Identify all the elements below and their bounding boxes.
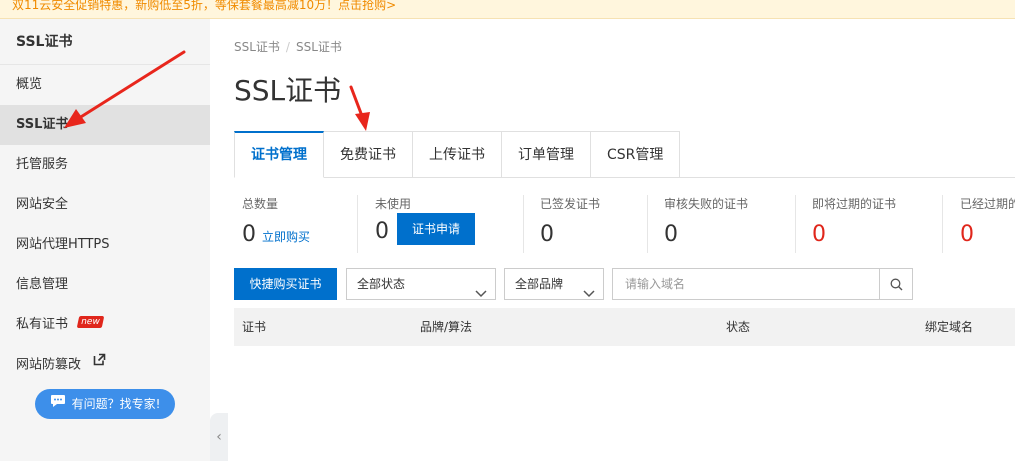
stat-issued: 已签发证书 0 xyxy=(540,195,600,255)
filter-toolbar: 快捷购买证书 全部状态 全部品牌 xyxy=(234,268,1015,300)
breadcrumb-current: SSL证书 xyxy=(295,40,342,54)
stat-value: 0 xyxy=(664,222,678,247)
ask-expert-label: 有问题？找专家! xyxy=(71,397,161,411)
column-header-status: 状态 xyxy=(726,320,751,334)
status-select[interactable]: 全部状态 xyxy=(346,268,496,300)
stat-label: 总数量 xyxy=(242,197,279,211)
stat-value: 0 xyxy=(960,222,974,247)
breadcrumb-root[interactable]: SSL证书 xyxy=(234,40,280,54)
quick-buy-button[interactable]: 快捷购买证书 xyxy=(234,268,337,300)
tab-csr-management[interactable]: CSR管理 xyxy=(591,131,681,178)
chevron-down-icon xyxy=(475,279,487,309)
sidebar-title: SSL证书 xyxy=(0,19,210,65)
stat-divider xyxy=(647,195,648,253)
sidebar-item-label: 网站防篡改 xyxy=(16,357,82,373)
stat-expired: 已经过期的 0 xyxy=(960,195,1015,255)
stat-divider xyxy=(523,195,524,253)
certificate-table-header: 证书 品牌/算法 状态 绑定域名 xyxy=(234,308,1015,346)
stat-value: 0 立即购买 xyxy=(242,222,311,247)
domain-search-input[interactable] xyxy=(613,269,878,299)
external-link-icon xyxy=(93,343,106,383)
main-content: SSL证书 / SSL证书 SSL证书 证书管理 免费证书 上传证书 订单管理 CS… xyxy=(234,19,1015,461)
tab-order-management[interactable]: 订单管理 xyxy=(502,131,591,178)
brand-select-value: 全部品牌 xyxy=(515,277,564,291)
brand-select[interactable]: 全部品牌 xyxy=(504,268,604,300)
stat-value: 0 xyxy=(812,222,826,247)
chevron-left-icon: ‹ xyxy=(216,429,222,445)
column-header-brand-algorithm: 品牌/算法 xyxy=(420,320,473,334)
sidebar-item-ssl-certificates[interactable]: SSL证书 xyxy=(0,105,210,145)
column-header-certificate: 证书 xyxy=(242,320,267,334)
sidebar-item-info-management[interactable]: 信息管理 xyxy=(0,265,210,305)
tab-certificate-management[interactable]: 证书管理 xyxy=(234,131,324,178)
tab-free-certificate[interactable]: 免费证书 xyxy=(324,131,413,178)
promo-text[interactable]: 双11云安全促销特惠，新购低至5折，等保套餐最高减10万！点击抢购> xyxy=(12,0,396,12)
stat-divider xyxy=(357,195,358,253)
ask-expert-button[interactable]: 有问题？找专家! xyxy=(35,389,175,419)
sidebar-item-private-certificates[interactable]: 私有证书 new xyxy=(0,305,210,345)
stat-review-failed: 审核失败的证书 0 xyxy=(664,195,748,255)
apply-certificate-button[interactable]: 证书申请 xyxy=(397,213,476,245)
chat-bubble-icon xyxy=(50,389,66,419)
sidebar-item-label: 网站代理HTTPS xyxy=(16,237,110,252)
promo-banner[interactable]: 双11云安全促销特惠，新购低至5折，等保套餐最高减10万！点击抢购> xyxy=(0,0,1015,19)
stat-total: 总数量 0 立即购买 xyxy=(242,195,310,255)
search-icon[interactable] xyxy=(879,269,912,299)
sidebar-item-https-proxy[interactable]: 网站代理HTTPS xyxy=(0,225,210,265)
sidebar-collapse-handle[interactable]: ‹ xyxy=(210,413,228,461)
breadcrumb-separator: / xyxy=(285,40,290,54)
buy-now-link[interactable]: 立即购买 xyxy=(262,230,310,244)
stat-unused: 未使用 0 证书申请 xyxy=(375,195,476,255)
stats-row: 总数量 0 立即购买 未使用 0 证书申请 已签发证书 0 审核失败的证书 0 即将… xyxy=(234,195,1015,255)
stat-divider xyxy=(795,195,796,253)
status-select-value: 全部状态 xyxy=(357,277,406,291)
sidebar: SSL证书 概览 SSL证书 托管服务 网站安全 网站代理HTTPS 信息管理 … xyxy=(0,19,210,461)
domain-search xyxy=(612,268,913,300)
stat-expiring-soon: 即将过期的证书 0 xyxy=(812,195,896,255)
sidebar-item-label: 私有证书 xyxy=(16,317,69,332)
sidebar-item-label: 网站安全 xyxy=(16,197,69,212)
stat-label: 即将过期的证书 xyxy=(812,197,897,211)
stat-label: 审核失败的证书 xyxy=(664,197,749,211)
stat-value: 0 证书申请 xyxy=(375,213,476,248)
sidebar-item-label: 信息管理 xyxy=(16,277,69,292)
sidebar-item-managed-service[interactable]: 托管服务 xyxy=(0,145,210,185)
sidebar-item-overview[interactable]: 概览 xyxy=(0,65,210,105)
new-badge: new xyxy=(76,315,105,328)
sidebar-item-tamper-protection[interactable]: 网站防篡改 xyxy=(0,345,210,385)
stat-divider xyxy=(942,195,943,253)
stat-label: 已签发证书 xyxy=(540,197,601,211)
sidebar-item-label: 托管服务 xyxy=(16,157,69,172)
tab-upload-certificate[interactable]: 上传证书 xyxy=(413,131,502,178)
column-header-bound-domains: 绑定域名 xyxy=(925,320,974,334)
page-title: SSL证书 xyxy=(234,74,342,107)
stat-label: 已经过期的 xyxy=(960,197,1015,211)
stat-value: 0 xyxy=(540,222,554,247)
tab-bar: 证书管理 免费证书 上传证书 订单管理 CSR管理 xyxy=(234,131,681,178)
chevron-down-icon xyxy=(583,279,595,309)
stat-label: 未使用 xyxy=(375,197,412,211)
sidebar-item-website-security[interactable]: 网站安全 xyxy=(0,185,210,225)
sidebar-item-label: SSL证书 xyxy=(16,117,69,132)
sidebar-item-label: 概览 xyxy=(16,77,43,92)
breadcrumb: SSL证书 / SSL证书 xyxy=(234,38,342,55)
